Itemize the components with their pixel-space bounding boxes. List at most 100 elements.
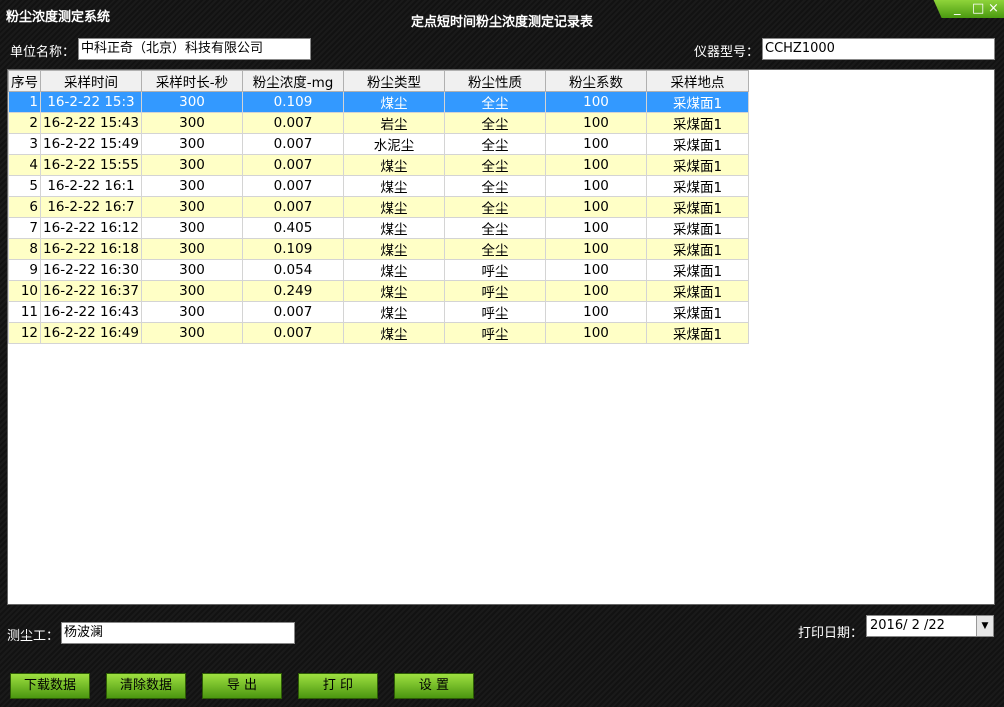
print-button[interactable]: 打 印 xyxy=(298,673,378,699)
table-cell: 100 xyxy=(545,280,647,302)
table-row[interactable]: 7 16-2-22 16:12 300 0.405 煤尘 全尘 100 采煤面1 xyxy=(8,217,749,239)
table-cell: 16-2-22 16:49 xyxy=(40,322,142,344)
column-header[interactable]: 采样时长-秒 xyxy=(141,70,243,92)
table-cell: 7 xyxy=(8,217,41,239)
column-header[interactable]: 序号 xyxy=(8,70,41,92)
table-cell: 0.007 xyxy=(242,133,344,155)
table-cell: 3 xyxy=(8,133,41,155)
table-cell: 300 xyxy=(141,91,243,113)
dropdown-arrow-icon[interactable]: ▼ xyxy=(976,616,993,636)
table-cell: 全尘 xyxy=(444,154,546,176)
table-row[interactable]: 11 16-2-22 16:43 300 0.007 煤尘 呼尘 100 采煤面1 xyxy=(8,301,749,323)
table-cell: 300 xyxy=(141,196,243,218)
print-date-picker[interactable]: 2016/ 2 /22 ▼ xyxy=(866,615,994,637)
table-cell: 采煤面1 xyxy=(646,280,749,302)
table-cell: 300 xyxy=(141,133,243,155)
table-row[interactable]: 12 16-2-22 16:49 300 0.007 煤尘 呼尘 100 采煤面1 xyxy=(8,322,749,344)
table-cell: 16-2-22 16:18 xyxy=(40,238,142,260)
table-row[interactable]: 5 16-2-22 16:1 300 0.007 煤尘 全尘 100 采煤面1 xyxy=(8,175,749,197)
table-cell: 采煤面1 xyxy=(646,175,749,197)
column-header[interactable]: 采样地点 xyxy=(646,70,749,92)
column-header[interactable]: 粉尘类型 xyxy=(343,70,445,92)
table-cell: 16-2-22 15:49 xyxy=(40,133,142,155)
table-cell: 8 xyxy=(8,238,41,260)
table-cell: 采煤面1 xyxy=(646,154,749,176)
table-row[interactable]: 8 16-2-22 16:18 300 0.109 煤尘 全尘 100 采煤面1 xyxy=(8,238,749,260)
table-cell: 100 xyxy=(545,196,647,218)
maximize-icon[interactable]: □ xyxy=(972,0,984,18)
table-cell: 100 xyxy=(545,154,647,176)
table-row[interactable]: 10 16-2-22 16:37 300 0.249 煤尘 呼尘 100 采煤面1 xyxy=(8,280,749,302)
column-header[interactable]: 粉尘性质 xyxy=(444,70,546,92)
column-header[interactable]: 粉尘系数 xyxy=(545,70,647,92)
table-cell: 煤尘 xyxy=(343,154,445,176)
table-cell: 煤尘 xyxy=(343,238,445,260)
table-cell: 采煤面1 xyxy=(646,133,749,155)
column-header[interactable]: 采样时间 xyxy=(40,70,142,92)
table-cell: 300 xyxy=(141,217,243,239)
table-cell: 100 xyxy=(545,91,647,113)
table-cell: 300 xyxy=(141,175,243,197)
table-cell: 煤尘 xyxy=(343,175,445,197)
table-cell: 煤尘 xyxy=(343,217,445,239)
tester-field[interactable]: 杨波澜 xyxy=(61,622,295,644)
table-cell: 16-2-22 16:7 xyxy=(40,196,142,218)
table-cell: 5 xyxy=(8,175,41,197)
table-cell: 300 xyxy=(141,112,243,134)
table-cell: 全尘 xyxy=(444,112,546,134)
download-data-button[interactable]: 下载数据 xyxy=(10,673,90,699)
table-cell: 0.007 xyxy=(242,112,344,134)
instrument-model-field[interactable]: CCHZ1000 xyxy=(762,38,995,60)
table-row[interactable]: 1 16-2-22 15:3 300 0.109 煤尘 全尘 100 采煤面1 xyxy=(8,91,749,113)
table-row[interactable]: 6 16-2-22 16:7 300 0.007 煤尘 全尘 100 采煤面1 xyxy=(8,196,749,218)
table-cell: 采煤面1 xyxy=(646,196,749,218)
table-cell: 全尘 xyxy=(444,133,546,155)
print-date-label: 打印日期： xyxy=(798,626,864,641)
table-row[interactable]: 9 16-2-22 16:30 300 0.054 煤尘 呼尘 100 采煤面1 xyxy=(8,259,749,281)
table-cell: 采煤面1 xyxy=(646,112,749,134)
table-cell: 呼尘 xyxy=(444,322,546,344)
table-cell: 采煤面1 xyxy=(646,259,749,281)
table-cell: 岩尘 xyxy=(343,112,445,134)
table-cell: 100 xyxy=(545,322,647,344)
table-cell: 采煤面1 xyxy=(646,238,749,260)
records-table: 序号 采样时间 采样时长-秒 粉尘浓度-mg 粉尘类型 粉尘性质 粉尘系数 采样地点 1 16-… xyxy=(8,70,749,344)
table-cell: 全尘 xyxy=(444,217,546,239)
table-cell: 4 xyxy=(8,154,41,176)
table-cell: 水泥尘 xyxy=(343,133,445,155)
table-cell: 100 xyxy=(545,133,647,155)
table-cell: 100 xyxy=(545,238,647,260)
column-header[interactable]: 粉尘浓度-mg xyxy=(242,70,344,92)
table-cell: 100 xyxy=(545,301,647,323)
table-cell: 9 xyxy=(8,259,41,281)
table-row[interactable]: 3 16-2-22 15:49 300 0.007 水泥尘 全尘 100 采煤面1 xyxy=(8,133,749,155)
table-cell: 煤尘 xyxy=(343,91,445,113)
table-row[interactable]: 4 16-2-22 15:55 300 0.007 煤尘 全尘 100 采煤面1 xyxy=(8,154,749,176)
unit-name-field[interactable]: 中科正奇（北京）科技有限公司 xyxy=(78,38,311,60)
table-cell: 全尘 xyxy=(444,238,546,260)
table-cell: 16-2-22 16:30 xyxy=(40,259,142,281)
table-cell: 100 xyxy=(545,175,647,197)
table-cell: 0.007 xyxy=(242,196,344,218)
table-cell: 0.007 xyxy=(242,301,344,323)
clear-data-button[interactable]: 清除数据 xyxy=(106,673,186,699)
minimize-icon[interactable]: _ xyxy=(954,0,961,18)
table-cell: 煤尘 xyxy=(343,196,445,218)
close-icon[interactable]: × xyxy=(988,0,999,18)
table-row[interactable]: 2 16-2-22 15:43 300 0.007 岩尘 全尘 100 采煤面1 xyxy=(8,112,749,134)
table-cell: 16-2-22 16:43 xyxy=(40,301,142,323)
records-grid[interactable]: 序号 采样时间 采样时长-秒 粉尘浓度-mg 粉尘类型 粉尘性质 粉尘系数 采样地点 1 16-… xyxy=(7,69,995,605)
table-cell: 呼尘 xyxy=(444,280,546,302)
settings-button[interactable]: 设 置 xyxy=(394,673,474,699)
table-cell: 16-2-22 16:12 xyxy=(40,217,142,239)
table-cell: 0.007 xyxy=(242,322,344,344)
table-cell: 煤尘 xyxy=(343,259,445,281)
table-cell: 300 xyxy=(141,154,243,176)
table-cell: 呼尘 xyxy=(444,301,546,323)
table-cell: 煤尘 xyxy=(343,301,445,323)
table-cell: 16-2-22 15:55 xyxy=(40,154,142,176)
table-cell: 0.249 xyxy=(242,280,344,302)
table-cell: 12 xyxy=(8,322,41,344)
export-button[interactable]: 导 出 xyxy=(202,673,282,699)
table-cell: 11 xyxy=(8,301,41,323)
